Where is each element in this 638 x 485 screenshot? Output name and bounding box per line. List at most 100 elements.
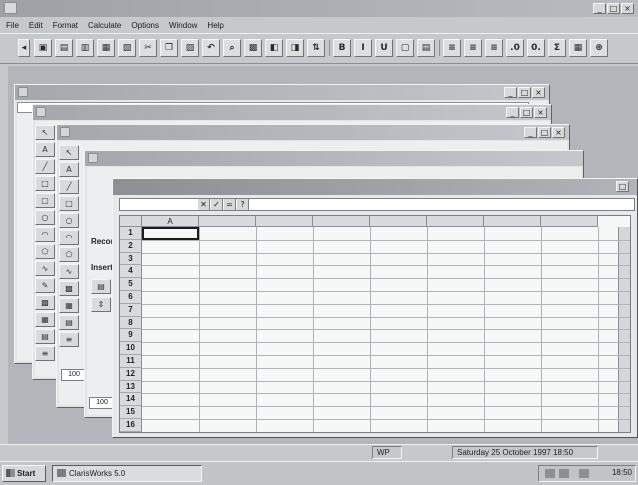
column-header[interactable] [427, 216, 484, 227]
column-header[interactable]: A [142, 216, 199, 227]
fill-color-tool-icon[interactable]: ▩ [59, 281, 79, 296]
menu-edit[interactable]: Edit [25, 19, 49, 32]
menu-window[interactable]: Window [165, 19, 203, 32]
new-icon[interactable]: ▣ [34, 39, 52, 57]
chart-wizard-icon[interactable]: ▦ [569, 39, 587, 57]
volume-icon[interactable] [559, 469, 569, 478]
spreadsheet-window[interactable]: □ ✕ ✓ = ? A 1 2 3 4 5 6 7 8 9 10 11 12 13 14 15 16 [112, 178, 638, 438]
doc1-maximize-button[interactable]: □ [518, 87, 531, 98]
pointer-tool-icon[interactable]: ↖ [59, 145, 79, 160]
cancel-entry-icon[interactable]: ✕ [198, 199, 210, 210]
pen-color-tool-icon[interactable]: ▦ [59, 298, 79, 313]
column-header[interactable] [370, 216, 427, 227]
fill-icon[interactable]: ◧ [265, 39, 283, 57]
chart-icon[interactable]: ▩ [244, 39, 262, 57]
freehand-tool-icon[interactable]: ∿ [35, 261, 55, 276]
document-system-menu-icon[interactable] [88, 153, 98, 163]
row-header[interactable]: 4 [120, 265, 142, 279]
document-window-2-title-bar[interactable]: _ □ × [33, 105, 551, 120]
function-entry-icon[interactable]: = [224, 199, 236, 210]
decimal-dec-icon[interactable]: .0 [506, 39, 524, 57]
line-tool-icon[interactable]: ╱ [35, 159, 55, 174]
select-all-corner[interactable] [120, 216, 142, 227]
menu-file[interactable]: File [2, 19, 25, 32]
help-entry-icon[interactable]: ? [237, 199, 249, 210]
active-cell-a1[interactable] [142, 227, 199, 240]
document-window-3-title-bar[interactable]: _ □ × [57, 125, 569, 140]
paste-icon[interactable]: ▨ [181, 39, 199, 57]
column-header[interactable] [313, 216, 370, 227]
menu-format[interactable]: Format [49, 19, 84, 32]
app-title-bar[interactable]: _ □ × [0, 0, 638, 17]
doc1-close-button[interactable]: × [532, 87, 545, 98]
spreadsheet-grid[interactable]: A 1 2 3 4 5 6 7 8 9 10 11 12 13 14 15 16 [119, 215, 631, 433]
format-icon[interactable]: ◨ [286, 39, 304, 57]
row-header[interactable]: 2 [120, 239, 142, 253]
record-book-icon[interactable]: ▤ [91, 279, 111, 294]
row-header[interactable]: 7 [120, 303, 142, 317]
freehand-tool-icon[interactable]: ∿ [59, 264, 79, 279]
entry-bar[interactable]: ✕ ✓ = ? [119, 198, 635, 211]
fill-color-tool-icon[interactable]: ▩ [35, 295, 55, 310]
line-width-tool-icon[interactable]: ≡ [35, 346, 55, 361]
row-header[interactable]: 5 [120, 278, 142, 291]
record-slider-icon[interactable]: ⇕ [91, 297, 111, 312]
toolbar-scroll-left-icon[interactable]: ◂ [18, 39, 30, 57]
rectangle-tool-icon[interactable]: □ [35, 176, 55, 191]
menu-calculate[interactable]: Calculate [84, 19, 127, 32]
close-button[interactable]: × [621, 3, 634, 14]
find-icon[interactable]: ⌕ [223, 39, 241, 57]
document-window-1-title-bar[interactable]: _ □ × [15, 85, 549, 100]
text-tool-icon[interactable]: A [35, 142, 55, 157]
row-header[interactable]: 14 [120, 393, 142, 407]
eyedropper-tool-icon[interactable]: ✎ [35, 278, 55, 293]
row-header[interactable]: 13 [120, 380, 142, 394]
align-center-icon[interactable]: ≡ [464, 39, 482, 57]
line-tool-icon[interactable]: ╱ [59, 179, 79, 194]
text-tool-icon[interactable]: A [59, 162, 79, 177]
doc2-maximize-button[interactable]: □ [520, 107, 533, 118]
pattern-tool-icon[interactable]: ▤ [35, 329, 55, 344]
column-header[interactable] [484, 216, 541, 227]
spreadsheet-title-bar[interactable]: □ [113, 179, 637, 195]
doc2-minimize-button[interactable]: _ [506, 107, 519, 118]
column-header[interactable] [256, 216, 313, 227]
start-button[interactable]: Start [2, 465, 46, 482]
pen-color-tool-icon[interactable]: ▦ [35, 312, 55, 327]
rounded-rect-tool-icon[interactable]: ▢ [35, 193, 55, 208]
polygon-tool-icon[interactable]: ⬠ [59, 247, 79, 262]
taskbar-app-button[interactable]: ClarisWorks 5.0 [52, 465, 202, 482]
accept-entry-icon[interactable]: ✓ [211, 199, 223, 210]
menu-options[interactable]: Options [127, 19, 165, 32]
column-header[interactable] [199, 216, 256, 227]
rectangle-tool-icon[interactable]: □ [59, 196, 79, 211]
sheet-maximize-button[interactable]: □ [616, 181, 629, 192]
preview-icon[interactable]: ▧ [118, 39, 136, 57]
row-header[interactable]: 11 [120, 355, 142, 368]
sort-icon[interactable]: ⇅ [307, 39, 325, 57]
oval-tool-icon[interactable]: ○ [59, 213, 79, 228]
document-system-menu-icon[interactable] [60, 127, 70, 137]
align-left-icon[interactable]: ≡ [443, 39, 461, 57]
doc3-maximize-button[interactable]: □ [538, 127, 551, 138]
row-header[interactable]: 3 [120, 252, 142, 266]
doc1-minimize-button[interactable]: _ [504, 87, 517, 98]
database-window-title-bar[interactable] [85, 151, 583, 166]
row-header[interactable]: 9 [120, 329, 142, 343]
document-system-menu-icon[interactable] [18, 87, 28, 97]
document-system-menu-icon[interactable] [36, 107, 46, 117]
line-width-tool-icon[interactable]: ≡ [59, 332, 79, 347]
print-icon[interactable]: ▦ [97, 39, 115, 57]
row-header[interactable]: 8 [120, 316, 142, 330]
bold-icon[interactable]: B [333, 39, 351, 57]
app-system-menu-icon[interactable] [4, 2, 17, 14]
minimize-button[interactable]: _ [593, 3, 606, 14]
pattern-tool-icon[interactable]: ▤ [59, 315, 79, 330]
arc-tool-icon[interactable]: ◠ [59, 230, 79, 245]
row-header[interactable]: 12 [120, 367, 142, 381]
doc2-close-button[interactable]: × [534, 107, 547, 118]
keyboard-icon[interactable] [579, 469, 589, 478]
underline-icon[interactable]: U [375, 39, 393, 57]
row-header[interactable]: 1 [120, 227, 142, 240]
arc-tool-icon[interactable]: ◠ [35, 227, 55, 242]
